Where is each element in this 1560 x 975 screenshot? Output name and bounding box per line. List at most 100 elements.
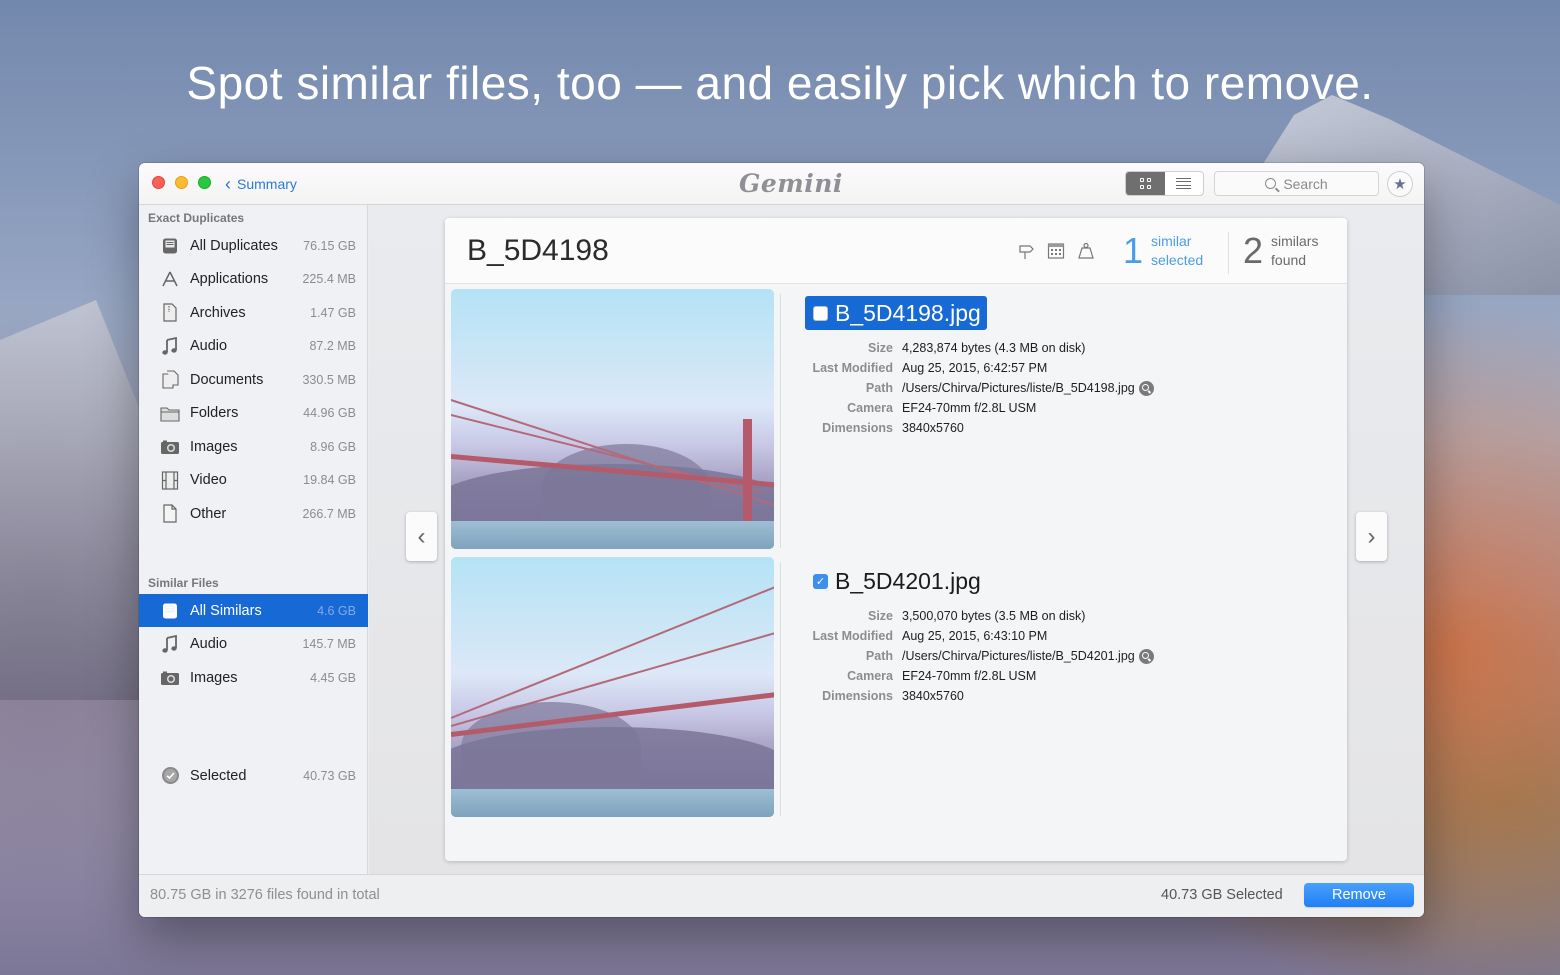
file-name-toggle[interactable]: B_5D4198.jpg — [805, 296, 987, 330]
sidebar-item-images[interactable]: Images 8.96 GB — [139, 430, 368, 463]
chevron-left-icon: ‹ — [225, 174, 231, 194]
reveal-in-finder-icon[interactable] — [1138, 648, 1154, 664]
file-thumbnail[interactable] — [451, 557, 774, 817]
sidebar-similar-item-images[interactable]: Images 4.45 GB — [139, 661, 368, 694]
back-to-summary-button[interactable]: ‹ Summary — [225, 174, 297, 194]
file-details: B_5D4198.jpg Size 4,283,874 bytes (4.3 MB… — [805, 296, 1154, 438]
selected-similar-counter: 1 similar selected — [1123, 232, 1203, 270]
reveal-in-finder-icon[interactable] — [1138, 380, 1154, 396]
file-icon — [159, 504, 181, 523]
app-window: ‹ Summary Gemini Search ★ Exact Duplicat… — [139, 163, 1424, 917]
calendar-icon[interactable] — [1047, 242, 1065, 260]
section-title-exact-duplicates: Exact Duplicates — [148, 211, 245, 225]
grid-view-button[interactable] — [1126, 172, 1165, 195]
tray-icon — [159, 237, 181, 255]
sidebar-item-label: Audio — [190, 338, 228, 354]
meta-label: Dimensions — [822, 421, 893, 435]
sidebar-item-size: 225.4 MB — [302, 272, 356, 286]
file-camera: EF24-70mm f/2.8L USM — [902, 401, 1037, 415]
promo-headline: Spot similar files, too — and easily pic… — [186, 57, 1374, 109]
file-size: 4,283,874 bytes (4.3 MB on disk) — [902, 341, 1086, 355]
sidebar-item-size: 1.47 GB — [310, 305, 356, 320]
selected-count: 1 — [1123, 230, 1144, 271]
divider — [780, 562, 781, 816]
title-bar: ‹ Summary Gemini Search ★ — [139, 163, 1424, 205]
app-store-icon — [159, 270, 181, 288]
sidebar-item-label: Archives — [190, 304, 246, 321]
status-bar: 80.75 GB in 3276 files found in total 40… — [139, 874, 1424, 917]
file-name: B_5D4198.jpg — [835, 299, 981, 326]
list-view-button[interactable] — [1165, 172, 1204, 195]
sidebar-item-label: Folders — [190, 405, 239, 421]
file-checkbox[interactable]: ✓ — [813, 573, 828, 589]
meta-label: Dimensions — [822, 689, 893, 703]
sidebar-item-label: Video — [190, 472, 227, 488]
file-checkbox[interactable] — [813, 305, 828, 321]
main-content: ‹ › B_5D4198 1 similar selected 2 simila… — [369, 205, 1424, 874]
wallpaper-mountain-left — [0, 300, 160, 700]
file-name-toggle[interactable]: ✓ B_5D4201.jpg — [805, 564, 987, 598]
file-metadata: Size 3,500,070 bytes (3.5 MB on disk) Las… — [805, 606, 1154, 706]
next-group-button[interactable]: › — [1356, 512, 1387, 561]
sidebar-item-size: 4.45 GB — [310, 670, 356, 685]
star-icon: ★ — [1393, 176, 1407, 193]
sidebar-item-all-duplicates[interactable]: All Duplicates 76.15 GB — [139, 229, 368, 262]
signpost-icon[interactable] — [1017, 242, 1035, 260]
selected-label-line1: similar — [1151, 233, 1192, 249]
sort-options — [1017, 242, 1095, 260]
chevron-right-icon: › — [1367, 522, 1376, 550]
sidebar-item-size: 76.15 GB — [303, 238, 356, 253]
remove-button[interactable]: Remove — [1304, 883, 1414, 907]
sidebar-item-size: 330.5 MB — [302, 372, 356, 387]
sidebar-item-label: Applications — [190, 271, 269, 287]
selected-label-line2: selected — [1151, 252, 1204, 268]
file-thumbnail[interactable] — [451, 289, 774, 549]
file-last-modified: Aug 25, 2015, 6:43:10 PM — [902, 629, 1048, 643]
zoom-window-button[interactable] — [198, 176, 211, 189]
sidebar-similar-item-audio[interactable]: Audio 145.7 MB — [139, 628, 368, 661]
meta-label: Last Modified — [812, 361, 893, 375]
meta-label: Last Modified — [812, 629, 893, 643]
folder-icon — [159, 405, 181, 422]
sidebar-item-other[interactable]: Other 266.7 MB — [139, 497, 368, 530]
selected-total-text: 40.73 GB Selected — [1161, 887, 1283, 903]
found-label-line1: similars — [1271, 233, 1319, 249]
sidebar-item-label: Documents — [190, 371, 264, 388]
meta-label: Camera — [847, 669, 893, 683]
sidebar-item-applications[interactable]: Applications 225.4 MB — [139, 263, 368, 296]
found-label-line2: found — [1271, 252, 1307, 268]
file-dimensions: 3840x5760 — [902, 421, 964, 435]
sidebar-item-size: 87.2 MB — [309, 339, 356, 353]
sidebar-item-audio[interactable]: Audio 87.2 MB — [139, 330, 368, 363]
file-details: ✓ B_5D4201.jpg Size 3,500,070 bytes (3.5 … — [805, 564, 1154, 706]
group-header: B_5D4198 1 similar selected 2 similars f… — [445, 218, 1347, 284]
sidebar-item-size: 8.96 GB — [310, 439, 356, 454]
weight-icon[interactable] — [1077, 242, 1095, 260]
meta-label: Camera — [847, 401, 893, 415]
sidebar-item-video[interactable]: Video 19.84 GB — [139, 464, 368, 497]
sidebar-item-folders[interactable]: Folders 44.96 GB — [139, 397, 368, 430]
music-note-icon — [159, 634, 181, 654]
similar-group-card: B_5D4198 1 similar selected 2 similars f… — [445, 218, 1347, 861]
sidebar-item-selected[interactable]: Selected 40.73 GB — [139, 759, 368, 792]
group-title: B_5D4198 — [467, 234, 609, 267]
previous-group-button[interactable]: ‹ — [406, 512, 437, 561]
file-name: B_5D4201.jpg — [835, 567, 981, 594]
sidebar-item-documents[interactable]: Documents 330.5 MB — [139, 363, 368, 396]
back-label: Summary — [237, 176, 297, 192]
section-title-similar-files: Similar Files — [148, 576, 219, 590]
sidebar-similar-item-all-similars[interactable]: All Similars 4.6 GB — [139, 594, 368, 627]
file-camera: EF24-70mm f/2.8L USM — [902, 669, 1037, 683]
checkmark-circle-icon — [159, 766, 181, 785]
camera-icon — [159, 670, 181, 686]
minimize-window-button[interactable] — [175, 176, 188, 189]
grid-icon — [1139, 178, 1151, 189]
search-input[interactable]: Search — [1214, 171, 1379, 196]
sidebar-item-label: Images — [190, 669, 238, 686]
sidebar-item-size: 40.73 GB — [303, 768, 356, 783]
close-window-button[interactable] — [152, 176, 165, 189]
sidebar-item-label: All Duplicates — [190, 237, 278, 254]
favorites-button[interactable]: ★ — [1387, 171, 1413, 197]
file-metadata: Size 4,283,874 bytes (4.3 MB on disk) Las… — [805, 338, 1154, 438]
sidebar-item-archives[interactable]: Archives 1.47 GB — [139, 296, 368, 329]
